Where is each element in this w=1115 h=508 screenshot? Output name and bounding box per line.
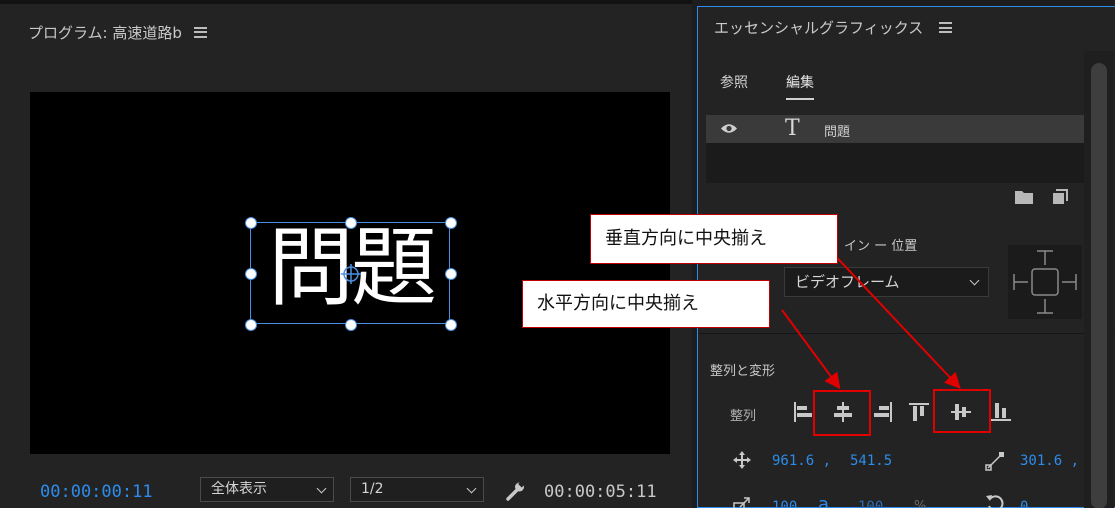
chevron-down-icon [466, 483, 477, 494]
pin-to-select[interactable]: ビデオフレーム [784, 267, 989, 297]
resize-handle-top-left[interactable] [245, 217, 257, 229]
tab-edit[interactable]: 編集 [786, 72, 814, 100]
folder-icon[interactable] [1014, 189, 1034, 205]
anchor-point-icon [985, 452, 1004, 471]
zoom-select[interactable]: 全体表示 [200, 477, 334, 502]
resize-handle-right[interactable] [445, 268, 457, 280]
position-y-value[interactable]: 541.5 [850, 453, 892, 469]
layer-row[interactable]: T 問題 [706, 115, 1084, 143]
resolution-select-value: 1/2 [361, 481, 384, 497]
highlight-vertical-center-box [933, 389, 991, 433]
highlight-horizontal-center-box [813, 390, 871, 436]
rotation-icon [986, 495, 1004, 508]
resize-handle-left[interactable] [245, 268, 257, 280]
scale-icon [733, 497, 750, 508]
anchor-x-value[interactable]: 301.6 , [1020, 453, 1079, 469]
move-position-icon [733, 451, 751, 469]
tab-browse[interactable]: 参照 [720, 72, 748, 92]
wrench-icon[interactable] [504, 481, 526, 501]
new-layer-icon[interactable] [1052, 189, 1068, 205]
section-divider [698, 333, 1115, 334]
eye-icon[interactable] [720, 123, 738, 134]
essential-graphics-header: エッセンシャルグラフィックス [714, 17, 953, 38]
program-monitor-footer: 00:00:00:11 全体表示 1/2 00:00:05:11 [0, 472, 692, 508]
align-right-icon[interactable] [872, 401, 894, 423]
panel-menu-icon[interactable] [939, 22, 953, 33]
layer-name[interactable]: 問題 [824, 121, 850, 140]
scale-value[interactable]: 100 [772, 499, 797, 508]
resize-handle-bottom-right[interactable] [445, 319, 457, 331]
zoom-select-value: 全体表示 [211, 481, 267, 497]
align-transform-heading: 整列と変形 [710, 364, 776, 379]
anchor-point-icon[interactable] [341, 264, 361, 284]
layer-list: T 問題 [706, 115, 1084, 183]
align-left-icon[interactable] [792, 401, 814, 423]
callout-horizontal-center: 水平方向に中央揃え [522, 280, 770, 328]
panel-menu-icon[interactable] [193, 26, 207, 38]
program-monitor-header: プログラム: 高速道路b [28, 18, 207, 46]
essential-graphics-tabs: 参照 編集 [720, 72, 814, 100]
scale-value-secondary[interactable]: 100 [858, 499, 883, 508]
current-timecode[interactable]: 00:00:00:11 [40, 482, 153, 502]
program-monitor-panel: プログラム: 高速道路b 問題 00:00:00:11 全体表示 1/2 00:… [0, 0, 692, 508]
text-layer-icon: T [785, 116, 800, 141]
scale-link-icon[interactable]: a [818, 494, 829, 508]
scrollbar-thumb[interactable] [1091, 63, 1107, 508]
position-x-value[interactable]: 961.6 , [772, 453, 831, 469]
pin-position-widget[interactable] [1008, 245, 1082, 319]
video-canvas[interactable]: 問題 [30, 92, 670, 454]
align-top-icon[interactable] [908, 401, 930, 423]
resize-handle-bottom-left[interactable] [245, 319, 257, 331]
align-bottom-icon[interactable] [990, 401, 1012, 423]
chevron-down-icon [969, 275, 980, 286]
align-row-label: 整列 [730, 409, 757, 424]
essential-graphics-title: エッセンシャルグラフィックス [714, 19, 924, 37]
resolution-select[interactable]: 1/2 [350, 477, 484, 502]
resize-handle-bottom[interactable] [345, 319, 357, 331]
premiere-workspace: プログラム: 高速道路b 問題 00:00:00:11 全体表示 1/2 00:… [0, 0, 1115, 508]
pin-to-select-value: ビデオフレーム [795, 273, 900, 291]
text-layer-bounding-box[interactable]: 問題 [245, 217, 457, 331]
rotation-value[interactable]: 0 [1020, 499, 1028, 508]
scale-unit: % [914, 499, 927, 508]
callout-vertical-center: 垂直方向に中央揃え [590, 214, 838, 264]
duration-timecode: 00:00:05:11 [544, 482, 657, 502]
pin-to-label: イン ー 位置 [844, 239, 918, 254]
resize-handle-top[interactable] [345, 217, 357, 229]
program-monitor-title: プログラム: 高速道路b [28, 23, 182, 42]
resize-handle-top-right[interactable] [445, 217, 457, 229]
chevron-down-icon [316, 483, 327, 494]
scrollbar[interactable] [1084, 51, 1114, 508]
